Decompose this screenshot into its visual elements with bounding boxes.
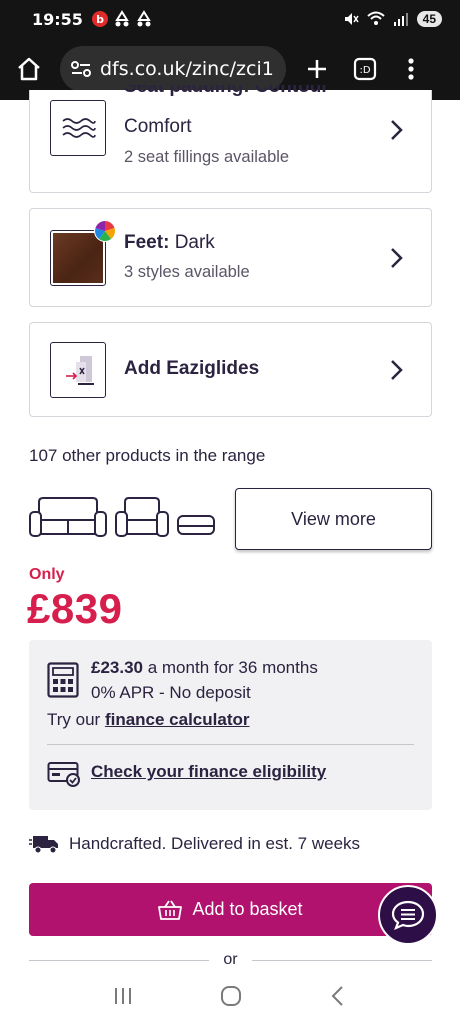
recycle-icon (115, 10, 129, 27)
seat-padding-sub: 2 seat fillings available (124, 148, 290, 166)
eaziglides-option[interactable]: Add Eaziglides (29, 322, 432, 417)
status-bar: 19:55 b 45 (0, 0, 460, 38)
svg-text:b: b (96, 13, 104, 26)
feet-sub: 3 styles available (124, 263, 250, 281)
home-button[interactable] (12, 52, 46, 86)
notification-icons: b (91, 10, 153, 28)
finance-calc-line: Try our finance calculator (47, 710, 250, 730)
or-line-left (29, 959, 210, 961)
price-only-label: Only (29, 566, 65, 583)
status-right: 45 (343, 11, 442, 27)
eaziglides-title: Add Eaziglides (124, 358, 260, 379)
home-nav-icon[interactable] (219, 984, 243, 1008)
battery-indicator: 45 (416, 11, 442, 27)
feet-value: Dark (174, 232, 215, 253)
monthly-terms: a month for 36 months (143, 658, 318, 677)
beats-icon: b (91, 11, 108, 27)
recycle-icon-2 (137, 10, 151, 27)
delivery-truck-icon (29, 836, 58, 854)
finance-divider (47, 744, 414, 745)
card-check-icon (47, 762, 80, 787)
seat-padding-thumb (50, 100, 106, 156)
price-amount: £839 (27, 585, 123, 632)
url-text: dfs.co.uk/zinc/zci1 (100, 58, 274, 80)
chevron-right-icon (391, 120, 403, 140)
add-to-basket-label: Add to basket (192, 899, 303, 919)
add-to-basket-button[interactable]: Add to basket (29, 883, 432, 936)
plus-icon (308, 60, 326, 78)
chevron-right-icon (391, 360, 403, 380)
view-more-button[interactable]: View more (235, 488, 432, 550)
calculator-icon (47, 662, 79, 698)
color-wheel-icon (94, 220, 116, 242)
feet-option[interactable]: Feet: Dark 3 styles available (29, 208, 432, 307)
tabs-icon: :D (353, 57, 377, 81)
recent-apps-icon[interactable] (112, 985, 134, 1007)
home-icon (18, 57, 40, 81)
footstool-icon (177, 515, 215, 535)
feet-swatch-thumb (50, 220, 116, 286)
armchair-icon (115, 497, 169, 537)
status-time: 19:55 (32, 9, 83, 29)
back-icon[interactable] (328, 984, 348, 1008)
basket-icon (158, 900, 183, 920)
or-divider: or (29, 950, 433, 970)
seat-padding-option[interactable]: Seat padding: Contour Comfort 2 seat fil… (29, 85, 432, 193)
eaziglides-thumb (50, 342, 106, 398)
finance-calc-prefix: Try our (47, 710, 105, 729)
or-line-right (251, 959, 433, 961)
signal-icon (393, 13, 408, 26)
chevron-right-icon (391, 248, 403, 268)
svg-text::D: :D (359, 65, 370, 76)
seat-padding-header-clipped: Seat padding: Contour (124, 85, 384, 105)
range-count: 107 other products in the range (29, 446, 266, 465)
apr-text: 0% APR - No deposit (91, 683, 251, 702)
wifi-icon (366, 11, 385, 25)
feet-title: Feet: Dark (124, 232, 215, 254)
menu-button[interactable] (394, 52, 428, 86)
delivery-text: Handcrafted. Delivered in est. 7 weeks (69, 834, 361, 853)
finance-calculator-link[interactable]: finance calculator (105, 710, 250, 729)
site-settings-icon (71, 61, 91, 77)
seat-padding-title-top: Seat padding: Contour (124, 85, 329, 97)
range-products-icons[interactable] (29, 496, 219, 542)
or-label: or (223, 951, 238, 968)
mute-icon (344, 13, 359, 25)
delivery-info: Handcrafted. Delivered in est. 7 weeks (29, 834, 360, 854)
finance-panel: £23.30 a month for 36 months 0% APR - No… (29, 640, 432, 810)
waves-icon (62, 118, 96, 138)
feet-label: Feet: (124, 232, 170, 253)
chat-button[interactable] (378, 885, 438, 945)
system-nav-bar (0, 968, 460, 1024)
seat-padding-value: Comfort (124, 116, 192, 137)
tab-switcher-button[interactable]: :D (348, 52, 382, 86)
chat-icon (391, 900, 425, 930)
new-tab-button[interactable] (300, 52, 334, 86)
monthly-amount: £23.30 (91, 658, 143, 677)
finance-eligibility-link[interactable]: Check your finance eligibility (91, 762, 326, 782)
more-vert-icon (408, 58, 414, 80)
monthly-payment: £23.30 a month for 36 months (91, 658, 318, 678)
eaziglides-icon (66, 356, 94, 385)
sofa-icon (29, 497, 107, 537)
